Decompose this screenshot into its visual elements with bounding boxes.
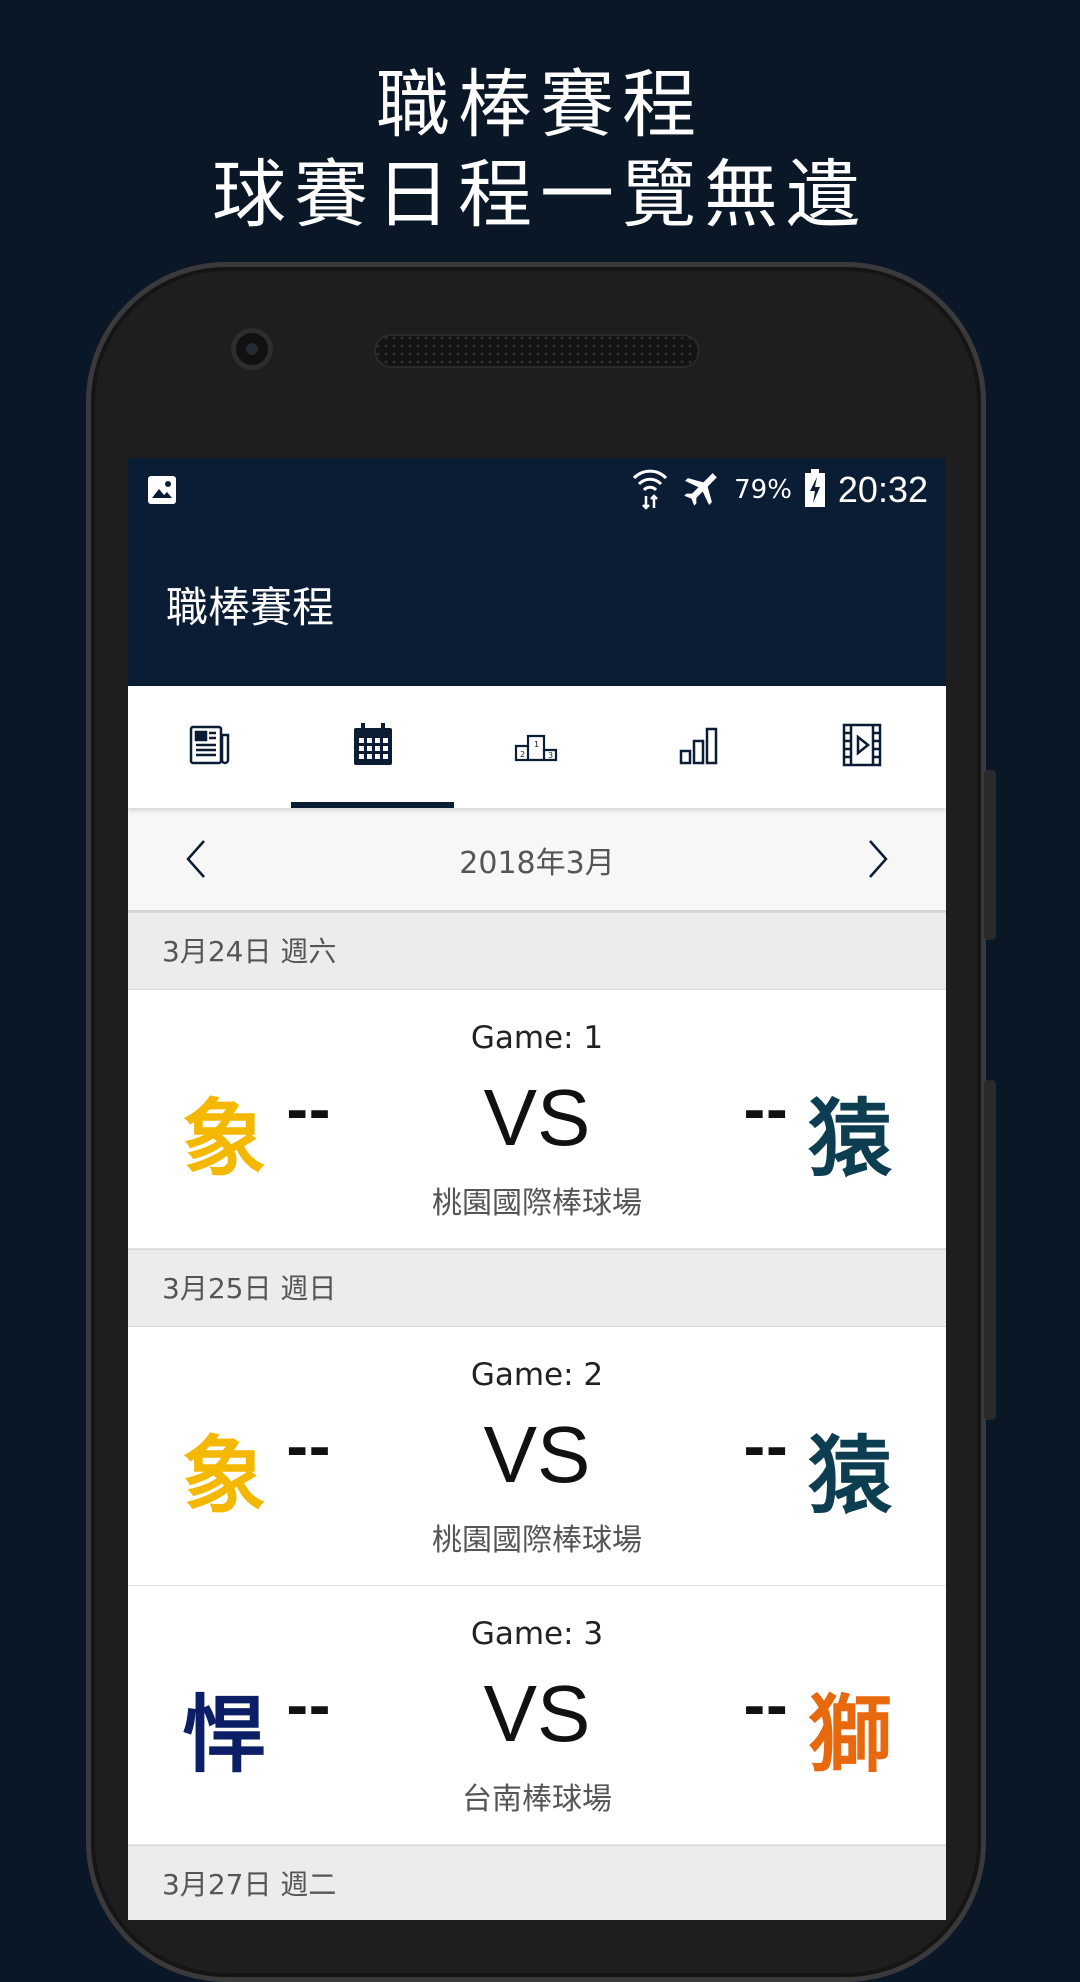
earpiece-speaker <box>374 334 700 368</box>
schedule-list: 3月24日 週六 Game: 1 象 -- VS -- 猿 桃園國際棒球場 3月… <box>128 912 946 1920</box>
away-team: 猿 <box>807 1427 892 1525</box>
tab-standings[interactable]: 213 <box>454 686 617 808</box>
venue: 桃園國際棒球場 <box>432 1523 642 1558</box>
status-time: 20:32 <box>837 469 928 510</box>
front-camera <box>236 333 268 365</box>
date-header: 3月27日 週二 <box>128 1845 946 1920</box>
app-bar: 職棒賽程 <box>128 522 946 686</box>
battery-charging-icon <box>804 468 826 512</box>
tab-bar: 213 <box>128 686 946 808</box>
away-team: 猿 <box>807 1090 892 1188</box>
power-button <box>984 770 996 940</box>
chevron-right-icon <box>869 840 888 878</box>
game-number: Game: 1 <box>470 1020 604 1056</box>
svg-text:1: 1 <box>534 740 539 749</box>
venue: 桃園國際棒球場 <box>432 1186 642 1221</box>
current-month: 2018年3月 <box>459 846 615 881</box>
bar-chart-icon <box>678 725 720 769</box>
airplane-mode-icon <box>682 468 722 512</box>
game-card[interactable]: Game: 2 象 -- VS -- 猿 桃園國際棒球場 <box>128 1327 946 1586</box>
battery-percent: 79% <box>734 475 792 505</box>
game-card[interactable]: Game: 1 象 -- VS -- 猿 桃園國際棒球場 <box>128 990 946 1249</box>
page-title: 職棒賽程 <box>166 583 335 632</box>
tab-stats[interactable] <box>617 686 780 808</box>
game-card[interactable]: Game: 3 悍 -- VS -- 獅 台南棒球場 <box>128 1586 946 1845</box>
promo-subtitle: 球賽日程一覽無遺 <box>212 152 868 238</box>
svg-text:3: 3 <box>548 751 553 760</box>
away-score: -- <box>743 1676 788 1739</box>
away-score: -- <box>743 1417 788 1480</box>
date-header: 3月24日 週六 <box>128 912 946 990</box>
wifi-icon <box>630 466 670 514</box>
volume-button <box>984 1080 996 1420</box>
podium-icon: 213 <box>514 728 558 766</box>
status-bar: 79% 20:32 <box>128 458 946 522</box>
promo-heading: 職棒賽程 球賽日程一覽無遺 <box>0 60 1080 240</box>
svg-text:2: 2 <box>520 750 525 759</box>
gallery-notification-icon <box>146 474 178 510</box>
calendar-icon <box>351 722 395 772</box>
game-number: Game: 2 <box>470 1357 604 1393</box>
app-screen: 79% 20:32 職棒賽程 213 2018年3月 3月24日 週六 Game… <box>128 458 946 1920</box>
away-team: 獅 <box>807 1686 892 1784</box>
tab-videos[interactable] <box>780 686 943 808</box>
promo-title: 職棒賽程 <box>376 62 704 148</box>
venue: 台南棒球場 <box>462 1782 612 1817</box>
video-icon <box>842 723 882 771</box>
away-score: -- <box>743 1080 788 1143</box>
game-number: Game: 3 <box>470 1616 604 1652</box>
month-navigator: 2018年3月 <box>128 808 946 912</box>
tab-schedule[interactable] <box>291 686 454 808</box>
tab-news[interactable] <box>128 686 291 808</box>
next-month-button[interactable] <box>866 838 890 884</box>
newspaper-icon <box>188 723 232 771</box>
date-header: 3月25日 週日 <box>128 1249 946 1327</box>
